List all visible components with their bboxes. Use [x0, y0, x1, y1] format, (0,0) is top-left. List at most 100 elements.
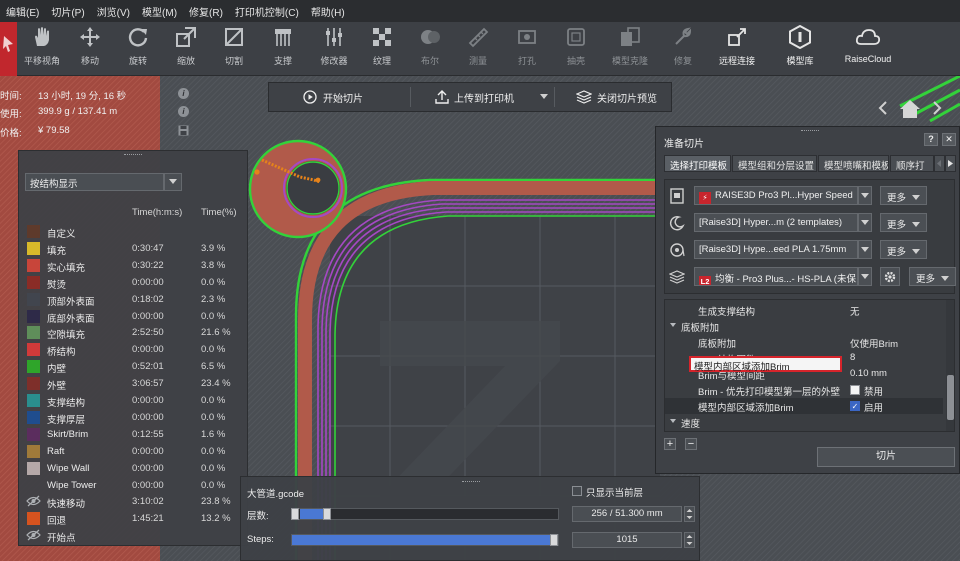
help-button[interactable]: ? [924, 133, 938, 146]
info-icon[interactable]: i [178, 106, 189, 117]
chevron-down-icon[interactable] [858, 186, 872, 205]
menu-printer-control[interactable]: 打印机控制(C) [229, 4, 305, 19]
legend-row[interactable]: 底部外表面 0:00:00 0.0 % [25, 308, 245, 325]
settings-group[interactable]: 速度 [665, 414, 943, 430]
highlighted-setting-brim-inside[interactable]: 模型内部区域添加Brim [689, 356, 842, 373]
drag-handle[interactable] [801, 130, 819, 131]
tool-clone[interactable]: 模型克隆 [606, 22, 654, 76]
setting-value[interactable]: 0.10 mm [850, 368, 887, 379]
close-button[interactable]: ✕ [942, 133, 956, 146]
legend-row[interactable]: 外壁 3:06:57 23.4 % [25, 375, 245, 392]
setting-value[interactable]: 无 [850, 304, 860, 318]
settings-scrollbar[interactable] [946, 300, 954, 431]
print-template-select[interactable]: [Raise3D] Hyper...m (2 templates) [694, 213, 858, 232]
menu-view[interactable]: 浏览(V) [91, 4, 136, 19]
settings-row[interactable]: 生成支撑结构 无 [665, 302, 943, 318]
save-icon[interactable] [178, 125, 189, 136]
filament-select[interactable]: [Raise3D] Hype...eed PLA 1.75mm [694, 240, 858, 259]
drag-handle[interactable] [462, 481, 480, 482]
tab-select-template[interactable]: 选择打印模板 [664, 155, 731, 172]
legend-row[interactable]: 桥结构 0:00:00 0.0 % [25, 341, 245, 358]
legend-row[interactable]: Skirt/Brim 0:12:55 1.6 % [25, 426, 245, 442]
legend-row[interactable]: 实心填充 0:30:22 3.8 % [25, 257, 245, 274]
tool-measure[interactable]: 测量 [458, 22, 498, 76]
legend-row[interactable]: 支撑结构 0:00:00 0.0 % [25, 392, 245, 409]
info-icon[interactable]: i [178, 88, 189, 99]
menu-slice[interactable]: 切片(P) [45, 4, 90, 19]
legend-row[interactable]: Wipe Tower 0:00:00 0.0 % [25, 477, 245, 493]
tab-model-nozzle-template[interactable]: 模型喷嘴和模板 [818, 155, 889, 172]
menu-repair[interactable]: 修复(R) [183, 4, 229, 19]
tool-pan-view[interactable]: 平移视角 [18, 22, 66, 76]
legend-row[interactable]: 自定义 [25, 223, 245, 240]
legend-row[interactable]: 快速移动 3:10:02 23.8 % [25, 493, 245, 510]
tool-texture[interactable]: 纹理 [362, 22, 402, 76]
legend-row[interactable]: Wipe Wall 0:00:00 0.0 % [25, 460, 245, 476]
legend-row[interactable]: 内壁 0:52:01 6.5 % [25, 358, 245, 375]
tool-scale[interactable]: 缩放 [166, 22, 206, 76]
tool-move[interactable]: 移动 [70, 22, 110, 76]
template-more-button[interactable]: 更多 [880, 213, 927, 232]
settings-row[interactable]: 模型内部区域添加Brim ✓ 启用 [665, 398, 943, 414]
upload-dropdown-icon[interactable] [540, 94, 548, 100]
caret-down-icon[interactable] [670, 419, 676, 423]
chevron-down-icon[interactable] [858, 240, 872, 259]
chevron-down-icon[interactable] [858, 267, 872, 286]
view-navigation[interactable] [876, 96, 948, 122]
layers-spinner[interactable] [684, 506, 695, 522]
layers-slider-max-handle[interactable] [322, 508, 331, 520]
close-slice-preview-button[interactable]: 关闭切片预览 [576, 83, 657, 111]
tool-cut[interactable]: 切割 [214, 22, 254, 76]
layers-slider-min-handle[interactable] [291, 508, 299, 520]
menu-model[interactable]: 模型(M) [136, 4, 183, 19]
legend-row[interactable]: Raft 0:00:00 0.0 % [25, 443, 245, 459]
legend-row[interactable]: 开始点 [25, 527, 245, 544]
chevron-down-icon[interactable] [164, 173, 182, 191]
eye-hidden-icon[interactable] [26, 528, 41, 542]
start-slice-button[interactable]: 开始切片 [303, 83, 363, 111]
legend-row[interactable]: 空隙填充 2:52:50 21.6 % [25, 324, 245, 341]
tool-remote-connect[interactable]: 远程连接 [712, 22, 762, 76]
settings-group[interactable]: 底板附加 [665, 318, 943, 334]
tool-modifier[interactable]: 修改器 [312, 22, 356, 76]
add-setting-button[interactable]: + [664, 438, 676, 450]
settings-row[interactable]: 底板附加 仅使用Brim [665, 334, 943, 350]
drag-handle[interactable] [124, 154, 142, 156]
steps-slider-handle[interactable] [550, 534, 558, 546]
legend-row[interactable]: 回退 1:45:21 13.2 % [25, 510, 245, 527]
tool-shell[interactable]: 抽壳 [556, 22, 596, 76]
tab-model-group-layer[interactable]: 模型组和分层设置 [732, 155, 817, 172]
steps-value-field[interactable]: 1015 [572, 532, 682, 548]
scrollbar-thumb[interactable] [947, 375, 954, 420]
tool-model-library[interactable]: 模型库 [778, 22, 822, 76]
remove-setting-button[interactable]: − [685, 438, 697, 450]
tool-repair[interactable]: 修复 [663, 22, 703, 76]
menu-edit[interactable]: 编辑(E) [0, 4, 45, 19]
slice-button[interactable]: 切片 [817, 447, 955, 467]
eye-hidden-icon[interactable] [26, 494, 41, 508]
tab-scroll-right[interactable] [945, 155, 956, 172]
tool-raisecloud[interactable]: RaiseCloud [838, 22, 898, 76]
legend-row[interactable]: 填充 0:30:47 3.9 % [25, 240, 245, 257]
layers-value-field[interactable]: 256 / 51.300 mm [572, 506, 682, 522]
gear-icon[interactable] [880, 267, 900, 286]
process-more-button[interactable]: 更多 [909, 267, 956, 286]
steps-slider[interactable] [291, 534, 559, 546]
caret-down-icon[interactable] [670, 323, 676, 327]
legend-row[interactable]: 顶部外表面 0:18:02 2.3 % [25, 291, 245, 308]
setting-checkbox[interactable] [850, 385, 860, 395]
setting-value[interactable]: 8 [850, 352, 855, 363]
setting-checkbox-checked[interactable]: ✓ [850, 401, 860, 411]
only-current-layer-checkbox[interactable] [572, 486, 582, 496]
tool-rotate[interactable]: 旋转 [118, 22, 158, 76]
legend-mode-select[interactable]: 按结构显示 [25, 173, 164, 191]
legend-row[interactable]: 支撑厚层 0:00:00 0.0 % [25, 409, 245, 426]
settings-row[interactable]: Brim - 优先打印模型第一层的外壁 禁用 [665, 382, 943, 398]
chevron-down-icon[interactable] [858, 213, 872, 232]
tool-boolean[interactable]: 布尔 [410, 22, 450, 76]
legend-row[interactable]: 熨烫 0:00:00 0.0 % [25, 274, 245, 291]
printer-more-button[interactable]: 更多 [880, 186, 927, 205]
menu-help[interactable]: 帮助(H) [305, 4, 351, 19]
layers-slider[interactable] [291, 508, 559, 520]
setting-value[interactable]: 仅使用Brim [850, 336, 898, 350]
